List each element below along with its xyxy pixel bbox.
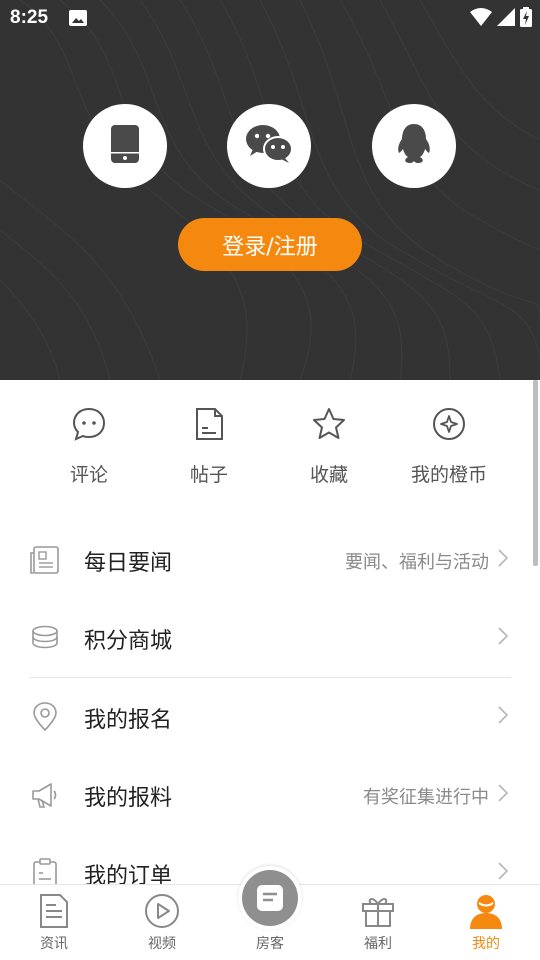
tab-mine[interactable]: 我的 — [432, 885, 540, 960]
comments-label: 评论 — [69, 464, 108, 486]
wifi-icon — [470, 8, 492, 30]
play-icon — [144, 893, 180, 929]
scrollbar[interactable] — [533, 380, 538, 566]
menu-item-my-reports[interactable]: 我的报料 有奖征集进行中 — [0, 755, 540, 833]
qq-penguin-icon — [396, 123, 432, 169]
tab-label: 视频 — [148, 936, 176, 952]
comments-action[interactable]: 评论 — [29, 406, 149, 487]
tab-label: 房客 — [256, 936, 284, 952]
status-time: 8:25 — [10, 7, 49, 28]
center-fab-button[interactable] — [238, 866, 302, 930]
chevron-right-icon — [498, 627, 509, 649]
cell-signal-icon — [497, 8, 515, 30]
wechat-login-button[interactable] — [227, 104, 311, 188]
qq-login-button[interactable] — [372, 104, 456, 188]
news-icon — [30, 545, 60, 575]
status-bar: 8:25 — [0, 0, 540, 36]
topographic-pattern — [0, 0, 540, 380]
orange-coins-action[interactable]: 我的橙币 — [389, 406, 509, 487]
menu-item-daily-news[interactable]: 每日要闻 要闻、福利与活动 — [0, 520, 540, 598]
tab-label: 福利 — [364, 936, 392, 952]
chevron-right-icon — [498, 706, 509, 728]
menu-label: 积分商城 — [84, 629, 173, 654]
menu-subtext: 有奖征集进行中 — [363, 787, 489, 808]
person-icon — [469, 893, 503, 929]
phone-icon — [110, 124, 140, 168]
gift-icon — [361, 893, 395, 929]
login-register-button[interactable]: 登录/注册 — [178, 218, 362, 271]
post-icon — [191, 406, 227, 446]
profile-header: 8:25 登录/注册 — [0, 0, 540, 380]
location-pin-icon — [30, 702, 60, 732]
menu-label: 我的报名 — [84, 708, 173, 733]
orange-coins-label: 我的橙币 — [410, 464, 487, 486]
tab-label: 我的 — [472, 936, 500, 952]
document-icon — [38, 893, 70, 929]
tab-news[interactable]: 资讯 — [0, 885, 108, 960]
home-fab-icon — [242, 870, 298, 926]
tab-benefits[interactable]: 福利 — [324, 885, 432, 960]
chevron-right-icon — [498, 862, 509, 884]
comment-icon — [71, 406, 107, 446]
wechat-icon — [245, 124, 293, 168]
coins-stack-icon — [30, 623, 60, 653]
tab-label: 资讯 — [40, 936, 68, 952]
quick-actions: 评论 帖子 收藏 我的橙币 — [0, 380, 540, 500]
menu-item-my-registrations[interactable]: 我的报名 — [0, 677, 540, 755]
megaphone-icon — [30, 780, 60, 810]
posts-label: 帖子 — [189, 464, 228, 486]
battery-icon — [520, 7, 532, 31]
posts-action[interactable]: 帖子 — [149, 406, 269, 487]
menu-subtext: 要闻、福利与活动 — [345, 552, 489, 573]
menu-label: 每日要闻 — [84, 551, 173, 576]
image-icon — [69, 10, 87, 30]
coin-icon — [431, 406, 467, 446]
favorites-label: 收藏 — [309, 464, 348, 486]
menu-item-points-mall[interactable]: 积分商城 — [0, 598, 540, 676]
tab-video[interactable]: 视频 — [108, 885, 216, 960]
star-icon — [311, 406, 347, 446]
chevron-right-icon — [498, 784, 509, 806]
menu-label: 我的报料 — [84, 786, 173, 811]
chevron-right-icon — [498, 549, 509, 571]
favorites-action[interactable]: 收藏 — [269, 406, 389, 487]
phone-login-button[interactable] — [83, 104, 167, 188]
